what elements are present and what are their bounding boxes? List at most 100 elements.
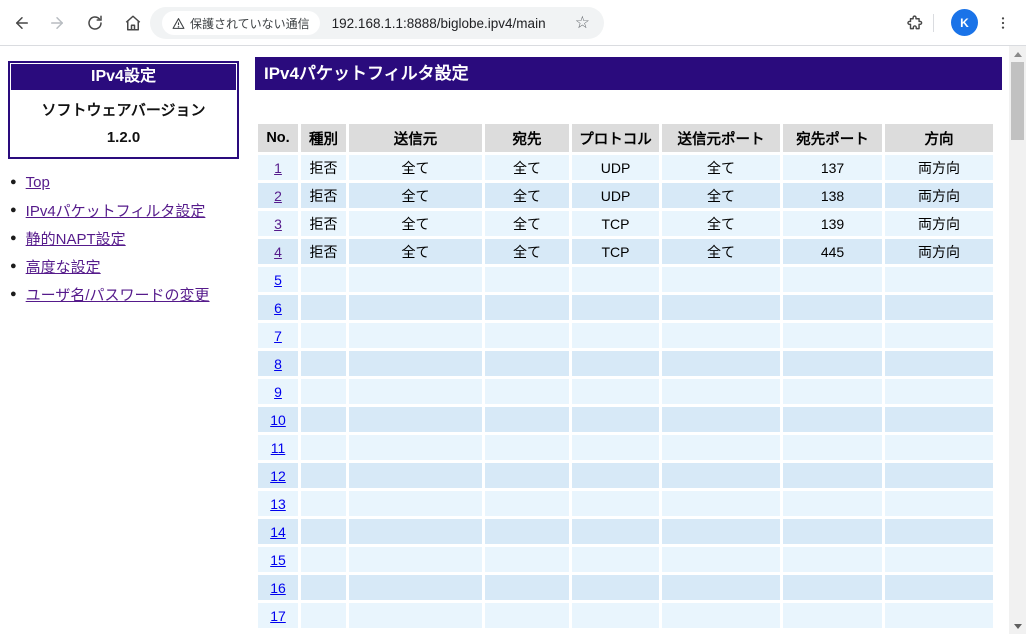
- vertical-scrollbar[interactable]: [1009, 46, 1026, 634]
- cell-protocol: [572, 603, 659, 628]
- cell-rule-number: 14: [258, 519, 298, 544]
- cell-rule-number: 9: [258, 379, 298, 404]
- cell-type: 拒否: [301, 211, 346, 236]
- rule-number-link[interactable]: 16: [270, 580, 286, 596]
- filter-table-body: 1拒否全て全てUDP全て137両方向2拒否全て全てUDP全て138両方向3拒否全…: [258, 155, 993, 628]
- cell-source: [349, 407, 482, 432]
- rule-number-link[interactable]: 14: [270, 524, 286, 540]
- menu-dots-icon[interactable]: [991, 11, 1015, 35]
- cell-protocol: [572, 267, 659, 292]
- cell-rule-number: 15: [258, 547, 298, 572]
- cell-destination-port: [783, 435, 882, 460]
- sidebar-link-top[interactable]: Top: [26, 174, 50, 191]
- packet-filter-table: No. 種別 送信元 宛先 プロトコル 送信元ポート 宛先ポート 方向 1拒否全…: [255, 121, 996, 631]
- cell-rule-number: 7: [258, 323, 298, 348]
- cell-type: [301, 463, 346, 488]
- rule-number-link[interactable]: 4: [274, 244, 282, 260]
- cell-type: [301, 351, 346, 376]
- table-row: 6: [258, 295, 993, 320]
- home-icon[interactable]: [121, 11, 145, 35]
- scroll-down-icon[interactable]: [1009, 618, 1026, 634]
- cell-source-port: 全て: [662, 183, 780, 208]
- cell-destination-port: [783, 491, 882, 516]
- cell-destination: [485, 603, 569, 628]
- address-bar[interactable]: 保護されていない通信 192.168.1.1:8888/biglobe.ipv4…: [150, 7, 604, 39]
- cell-source-port: [662, 491, 780, 516]
- cell-type: 拒否: [301, 155, 346, 180]
- bookmark-star-icon[interactable]: ☆: [575, 13, 590, 33]
- col-header-type: 種別: [301, 124, 346, 152]
- cell-destination: [485, 379, 569, 404]
- cell-source-port: [662, 295, 780, 320]
- sidebar-item-ipv4-filter: ●IPv4パケットフィルタ設定: [10, 196, 210, 224]
- sidebar-item-advanced: ●高度な設定: [10, 252, 210, 280]
- rule-number-link[interactable]: 6: [274, 300, 282, 316]
- rule-number-link[interactable]: 12: [270, 468, 286, 484]
- browser-window: 保護されていない通信 192.168.1.1:8888/biglobe.ipv4…: [0, 0, 1026, 634]
- bullet-icon: ●: [10, 176, 17, 188]
- cell-direction: [885, 267, 993, 292]
- cell-source: [349, 463, 482, 488]
- rule-number-link[interactable]: 13: [270, 496, 286, 512]
- col-header-source-port: 送信元ポート: [662, 124, 780, 152]
- rule-number-link[interactable]: 17: [270, 608, 286, 624]
- rule-number-link[interactable]: 8: [274, 356, 282, 372]
- rule-number-link[interactable]: 11: [271, 440, 286, 456]
- cell-source: [349, 519, 482, 544]
- cell-destination-port: [783, 351, 882, 376]
- security-chip[interactable]: 保護されていない通信: [162, 11, 320, 35]
- table-header-row: No. 種別 送信元 宛先 プロトコル 送信元ポート 宛先ポート 方向: [258, 124, 993, 152]
- cell-destination: [485, 351, 569, 376]
- sidebar-link-ipv4-filter[interactable]: IPv4パケットフィルタ設定: [26, 200, 206, 221]
- rule-number-link[interactable]: 7: [274, 328, 282, 344]
- cell-destination-port: [783, 379, 882, 404]
- reload-icon[interactable]: [83, 11, 107, 35]
- cell-destination-port: 139: [783, 211, 882, 236]
- cell-rule-number: 3: [258, 211, 298, 236]
- cell-destination: [485, 463, 569, 488]
- table-row: 8: [258, 351, 993, 376]
- sidebar-link-user-password[interactable]: ユーザ名/パスワードの変更: [26, 284, 210, 305]
- cell-source-port: [662, 603, 780, 628]
- cell-source-port: [662, 547, 780, 572]
- cell-direction: 両方向: [885, 155, 993, 180]
- scroll-up-icon[interactable]: [1009, 46, 1026, 62]
- rule-number-link[interactable]: 1: [274, 160, 282, 176]
- rule-number-link[interactable]: 15: [270, 552, 286, 568]
- rule-number-link[interactable]: 10: [270, 412, 286, 428]
- rule-number-link[interactable]: 5: [274, 272, 282, 288]
- extensions-icon[interactable]: [903, 11, 927, 35]
- cell-type: [301, 547, 346, 572]
- scrollbar-thumb[interactable]: [1011, 62, 1024, 140]
- cell-source: [349, 547, 482, 572]
- cell-direction: [885, 519, 993, 544]
- cell-direction: [885, 351, 993, 376]
- col-header-destination-port: 宛先ポート: [783, 124, 882, 152]
- sidebar-link-static-napt[interactable]: 静的NAPT設定: [26, 228, 126, 249]
- cell-protocol: [572, 491, 659, 516]
- cell-source: [349, 351, 482, 376]
- rule-number-link[interactable]: 2: [274, 188, 282, 204]
- cell-direction: [885, 491, 993, 516]
- cell-source-port: [662, 267, 780, 292]
- cell-rule-number: 4: [258, 239, 298, 264]
- back-icon[interactable]: [10, 11, 34, 35]
- profile-avatar[interactable]: K: [951, 9, 978, 36]
- sidebar-link-advanced[interactable]: 高度な設定: [26, 256, 101, 277]
- cell-destination: [485, 519, 569, 544]
- software-version-label: ソフトウェアバージョン: [11, 99, 236, 120]
- url-text: 192.168.1.1:8888/biglobe.ipv4/main: [332, 16, 546, 31]
- rule-number-link[interactable]: 9: [274, 384, 282, 400]
- cell-protocol: [572, 407, 659, 432]
- cell-source: 全て: [349, 211, 482, 236]
- table-row: 3拒否全て全てTCP全て139両方向: [258, 211, 993, 236]
- cell-destination-port: 445: [783, 239, 882, 264]
- col-header-destination: 宛先: [485, 124, 569, 152]
- cell-source: [349, 379, 482, 404]
- rule-number-link[interactable]: 3: [274, 216, 282, 232]
- forward-icon[interactable]: [45, 11, 69, 35]
- cell-direction: [885, 407, 993, 432]
- table-row: 7: [258, 323, 993, 348]
- cell-destination: 全て: [485, 239, 569, 264]
- cell-type: [301, 603, 346, 628]
